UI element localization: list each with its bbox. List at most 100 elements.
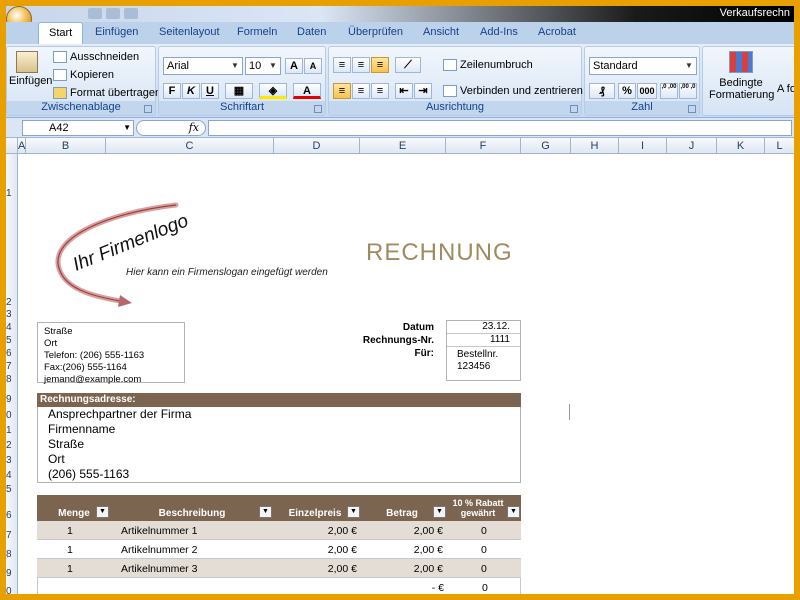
orientation-button[interactable]: ⟋ <box>395 57 421 73</box>
align-middle-button[interactable]: ≡ <box>352 57 370 73</box>
increase-indent-button[interactable]: ⇥ <box>414 83 432 99</box>
filter-dropdown-icon[interactable]: ▼ <box>347 506 360 518</box>
decrease-decimal-button[interactable]: ,00 ,0 <box>679 83 697 99</box>
thousands-button[interactable]: 000 <box>637 83 657 99</box>
row-header[interactable]: 2 <box>6 440 18 450</box>
font-size-select[interactable]: 10 ▼ <box>245 57 281 75</box>
decrease-indent-button[interactable]: ⇤ <box>395 83 413 99</box>
row-header[interactable]: 9 <box>6 394 18 404</box>
fill-color-button[interactable]: ◈ <box>259 83 287 99</box>
row-header[interactable]: 3 <box>6 455 18 465</box>
column-header[interactable]: G <box>521 138 571 154</box>
billing-line[interactable]: Firmenname <box>48 422 510 437</box>
column-header[interactable]: C <box>106 138 274 154</box>
format-as-table-button[interactable]: A fo <box>777 83 794 95</box>
billing-line[interactable]: Ansprechpartner der Firma <box>48 407 510 422</box>
invoice-number-value[interactable]: 1111 <box>447 334 520 347</box>
format-painter-button[interactable]: Format übertragen <box>53 87 161 100</box>
table-row[interactable]: 1 Artikelnummer 2 2,00 € 2,00 € 0 <box>37 540 521 559</box>
tab-formeln[interactable]: Formeln <box>237 26 277 38</box>
filter-dropdown-icon[interactable]: ▼ <box>259 506 272 518</box>
billing-line[interactable]: Ort <box>48 452 510 467</box>
font-launcher-icon[interactable] <box>314 105 322 113</box>
align-center-button[interactable]: ≡ <box>352 83 370 99</box>
row-header[interactable]: 7 <box>6 361 18 371</box>
align-bottom-button[interactable]: ≡ <box>371 57 389 73</box>
italic-button[interactable]: K <box>182 83 200 99</box>
tab-ansicht[interactable]: Ansicht <box>423 26 459 38</box>
worksheet[interactable]: Ihr Firmenlogo Hier kann ein Firmensloga… <box>18 154 794 594</box>
column-header[interactable]: B <box>26 138 106 154</box>
shrink-font-button[interactable]: A <box>304 58 322 74</box>
wrap-text-button[interactable]: Zeilenumbruch <box>443 59 533 72</box>
formula-input[interactable] <box>208 120 792 136</box>
column-header[interactable]: I <box>619 138 667 154</box>
merge-center-button[interactable]: Verbinden und zentrieren ▼ <box>443 85 593 98</box>
row-header[interactable]: 7 <box>6 530 18 540</box>
table-row[interactable]: - € 0 <box>37 578 521 594</box>
name-box[interactable]: A42 ▼ <box>22 120 134 136</box>
row-header[interactable]: 3 <box>6 309 18 319</box>
cut-button[interactable]: Ausschneiden <box>53 51 139 64</box>
paste-button[interactable]: Einfügen <box>9 51 52 87</box>
billing-line[interactable]: (206) 555-1163 <box>48 467 510 482</box>
tab-daten[interactable]: Daten <box>297 26 326 38</box>
date-value[interactable]: 23.12. <box>447 321 520 334</box>
row-header[interactable]: 8 <box>6 549 18 559</box>
column-header[interactable]: J <box>667 138 717 154</box>
column-header[interactable]: A <box>18 138 26 154</box>
row-header[interactable]: 6 <box>6 510 18 520</box>
tab-acrobat[interactable]: Acrobat <box>538 26 576 38</box>
font-color-button[interactable]: A <box>293 83 321 99</box>
row-header[interactable]: 4 <box>6 322 18 332</box>
filter-dropdown-icon[interactable]: ▼ <box>433 506 446 518</box>
column-header[interactable]: L <box>765 138 794 154</box>
tab-ueberpruefen[interactable]: Überprüfen <box>348 26 403 38</box>
row-header[interactable]: 8 <box>6 374 18 384</box>
row-header[interactable]: 0 <box>6 410 18 420</box>
font-name-select[interactable]: Arial ▼ <box>163 57 243 75</box>
conditional-formatting-button[interactable]: Bedingte Formatierung <box>709 51 774 101</box>
grow-font-button[interactable]: A <box>285 58 303 74</box>
undo-icon[interactable] <box>106 8 120 19</box>
currency-button[interactable]: ₰ <box>589 83 615 99</box>
column-header[interactable]: H <box>571 138 619 154</box>
row-header[interactable]: 5 <box>6 484 18 494</box>
row-header[interactable]: 5 <box>6 335 18 345</box>
select-all-corner[interactable] <box>6 138 18 154</box>
billing-line[interactable]: Straße <box>48 437 510 452</box>
clipboard-launcher-icon[interactable] <box>144 105 152 113</box>
tab-start[interactable]: Start <box>38 22 84 44</box>
column-header[interactable]: E <box>360 138 446 154</box>
align-top-button[interactable]: ≡ <box>333 57 351 73</box>
align-right-button[interactable]: ≡ <box>371 83 389 99</box>
filter-dropdown-icon[interactable]: ▼ <box>507 506 520 518</box>
row-header[interactable]: 0 <box>6 586 18 594</box>
column-header[interactable]: D <box>274 138 360 154</box>
copy-button[interactable]: Kopieren <box>53 69 114 82</box>
percent-button[interactable]: % <box>618 83 636 99</box>
table-row[interactable]: 1 Artikelnummer 3 2,00 € 2,00 € 0 <box>37 559 521 578</box>
tab-einfuegen[interactable]: Einfügen <box>95 26 138 38</box>
redo-icon[interactable] <box>124 8 138 19</box>
tab-seitenlayout[interactable]: Seitenlayout <box>159 26 220 38</box>
order-number-label[interactable]: Bestellnr. <box>457 349 498 360</box>
column-header[interactable]: K <box>717 138 765 154</box>
filter-dropdown-icon[interactable]: ▼ <box>96 506 109 518</box>
row-header[interactable]: 1 <box>6 425 18 435</box>
table-row[interactable]: 1 Artikelnummer 1 2,00 € 2,00 € 0 <box>37 521 521 540</box>
save-icon[interactable] <box>88 8 102 19</box>
tab-addins[interactable]: Add-Ins <box>480 26 518 38</box>
underline-button[interactable]: U <box>201 83 219 99</box>
column-header[interactable]: F <box>446 138 521 154</box>
number-launcher-icon[interactable] <box>688 105 696 113</box>
alignment-launcher-icon[interactable] <box>570 105 578 113</box>
insert-function-button[interactable]: fx <box>136 120 206 136</box>
number-format-select[interactable]: Standard ▼ <box>589 57 697 75</box>
increase-decimal-button[interactable]: ,0 ,00 <box>660 83 678 99</box>
align-left-button[interactable]: ≡ <box>333 83 351 99</box>
bold-button[interactable]: F <box>163 83 181 99</box>
row-header[interactable]: 9 <box>6 568 18 578</box>
borders-button[interactable]: ▦ <box>225 83 253 99</box>
row-header[interactable]: 2 <box>6 297 18 307</box>
